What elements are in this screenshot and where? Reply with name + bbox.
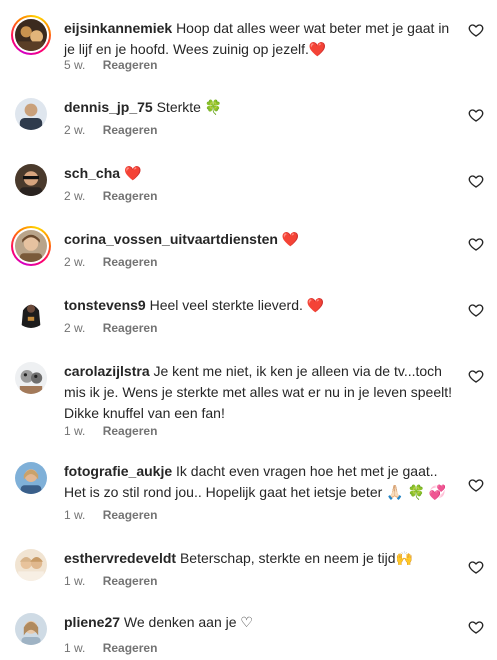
emoji-group: 🙏🏻 🍀 💞	[386, 484, 447, 500]
comment-username[interactable]: sch_cha	[64, 165, 120, 181]
comment-text: Heel veel sterkte lieverd.	[149, 297, 303, 313]
comment-username[interactable]: dennis_jp_75	[64, 99, 153, 115]
comment-age: 2 w.	[64, 321, 86, 335]
comment-username[interactable]: esthervredeveldt	[64, 550, 176, 566]
reply-button[interactable]: Reageren	[103, 574, 158, 588]
heart-emoji: ❤️	[308, 41, 327, 57]
avatar[interactable]	[11, 458, 51, 498]
reply-button[interactable]: Reageren	[103, 321, 158, 335]
comment-username[interactable]: corina_vossen_uitvaartdiensten	[64, 231, 278, 247]
reply-button[interactable]: Reageren	[103, 641, 158, 655]
avatar[interactable]	[11, 15, 51, 55]
avatar[interactable]	[11, 292, 51, 332]
avatar-image	[15, 230, 47, 262]
comment-username[interactable]: tonstevens9	[64, 297, 146, 313]
avatar-image	[15, 549, 47, 581]
white-heart-emoji: ♡	[240, 614, 253, 630]
comment-age: 5 w.	[64, 58, 86, 72]
comment-username[interactable]: pliene27	[64, 614, 120, 630]
avatar[interactable]	[11, 226, 51, 266]
avatar[interactable]	[11, 545, 51, 585]
heart-emoji: ❤️	[281, 231, 300, 247]
avatar-image	[15, 296, 47, 328]
avatar-image	[15, 462, 47, 494]
comment-age: 2 w.	[64, 255, 86, 269]
like-heart-icon[interactable]	[468, 477, 484, 493]
reply-button[interactable]: Reageren	[103, 255, 158, 269]
clover-emoji: 🍀	[204, 99, 223, 115]
like-heart-icon[interactable]	[468, 173, 484, 189]
avatar[interactable]	[11, 358, 51, 398]
comment-age: 1 w.	[64, 641, 86, 655]
avatar[interactable]	[11, 94, 51, 134]
comment-age: 1 w.	[64, 574, 86, 588]
comment-age: 2 w.	[64, 189, 86, 203]
reply-button[interactable]: Reageren	[103, 424, 158, 438]
comment-text: Sterkte	[156, 99, 201, 115]
reply-button[interactable]: Reageren	[103, 123, 158, 137]
heart-emoji: ❤️	[123, 165, 142, 181]
reply-button[interactable]: Reageren	[103, 189, 158, 203]
comment-list: eijsinkannemiek Hoop dat alles weer wat …	[0, 0, 497, 660]
comment-username[interactable]: eijsinkannemiek	[64, 20, 172, 36]
avatar-image	[15, 19, 47, 51]
comment-age: 1 w.	[64, 508, 86, 522]
avatar-image	[15, 98, 47, 130]
like-heart-icon[interactable]	[468, 368, 484, 384]
comment-age: 2 w.	[64, 123, 86, 137]
avatar[interactable]	[11, 160, 51, 200]
avatar-image	[15, 362, 47, 394]
like-heart-icon[interactable]	[468, 619, 484, 635]
like-heart-icon[interactable]	[468, 236, 484, 252]
comment-age: 1 w.	[64, 424, 86, 438]
comment-text: Beterschap, sterkte en neem je tijd	[179, 550, 396, 566]
heart-emoji: ❤️	[306, 297, 325, 313]
avatar-image	[15, 613, 47, 645]
like-heart-icon[interactable]	[468, 559, 484, 575]
like-heart-icon[interactable]	[468, 107, 484, 123]
comment-username[interactable]: fotografie_aukje	[64, 463, 172, 479]
reply-button[interactable]: Reageren	[103, 508, 158, 522]
raised-hands-emoji: 🙌	[395, 550, 413, 566]
like-heart-icon[interactable]	[468, 302, 484, 318]
comment-username[interactable]: carolazijlstra	[64, 363, 150, 379]
avatar[interactable]	[11, 609, 51, 649]
avatar-image	[15, 164, 47, 196]
comment-text: We denken aan je	[123, 614, 237, 630]
like-heart-icon[interactable]	[468, 22, 484, 38]
reply-button[interactable]: Reageren	[103, 58, 158, 72]
